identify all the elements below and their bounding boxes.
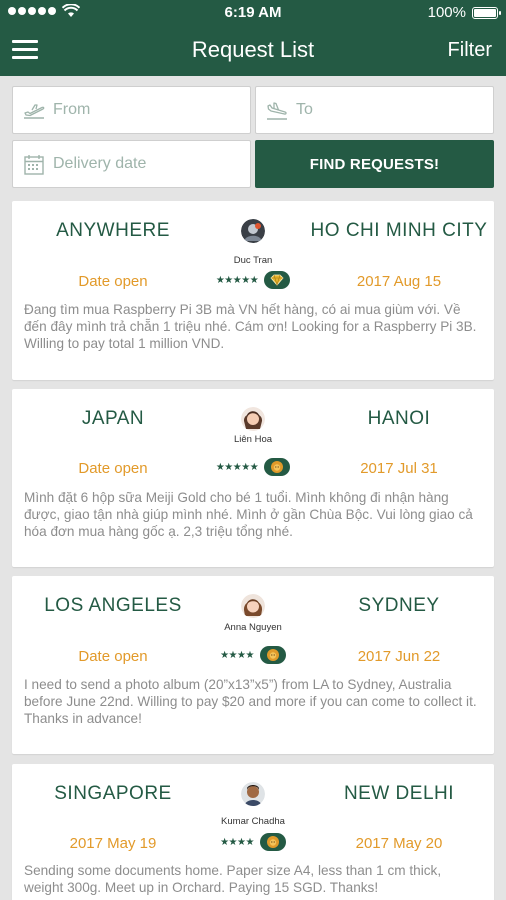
request-description: Đang tìm mua Raspberry Pi 3B mà VN hết h… <box>24 302 477 351</box>
user-name: Kumar Chadha <box>221 816 285 827</box>
user-name: Liên Hoa <box>233 434 273 445</box>
request-card[interactable]: ANYWHERE HO CHI MINH CITY Duc Tran Date … <box>12 201 494 380</box>
status-bar: 6:19 AM 100% <box>0 0 506 26</box>
end-date: 2017 May 20 <box>355 835 443 852</box>
end-date: 2017 Jun 22 <box>357 648 441 665</box>
avatar[interactable] <box>241 219 265 243</box>
lion-badge-icon <box>259 833 286 851</box>
lion-badge-icon <box>264 458 291 476</box>
user-rating: ★★★★★ <box>198 458 308 476</box>
start-date: Date open <box>78 648 148 665</box>
delivery-date-placeholder: Delivery date <box>53 155 147 172</box>
app-header: 6:19 AM 100% Request List Filter <box>0 0 506 76</box>
page-title: Request List <box>191 37 315 62</box>
lion-badge-icon <box>259 646 286 664</box>
user-rating: ★★★★ <box>198 833 308 851</box>
request-description: Mình đặt 6 hộp sữa Meiji Gold cho bé 1 t… <box>24 490 473 539</box>
origin-location: ANYWHERE <box>56 220 170 241</box>
origin-location: LOS ANGELES <box>44 595 182 616</box>
start-date: Date open <box>78 273 148 290</box>
start-date: 2017 May 19 <box>69 835 157 852</box>
avatar[interactable] <box>241 594 265 618</box>
nav-bar: Request List Filter <box>0 26 506 76</box>
request-description: I need to send a photo album (20”x13”x5”… <box>24 677 477 726</box>
rating-stars: ★★★★★ <box>215 274 259 286</box>
request-card[interactable]: SINGAPORE NEW DELHI Kumar Chadha 2017 Ma… <box>12 764 494 900</box>
calendar-icon <box>24 155 44 175</box>
to-field[interactable]: To <box>255 86 494 134</box>
delivery-date-field[interactable]: Delivery date <box>12 140 251 188</box>
rating-stars: ★★★★★ <box>215 461 259 473</box>
find-requests-button[interactable]: FIND REQUESTS! <box>255 140 494 188</box>
rating-stars: ★★★★ <box>220 649 254 661</box>
plane-landing-icon <box>267 102 287 120</box>
destination-location: SYDNEY <box>358 595 440 616</box>
request-card[interactable]: LOS ANGELES SYDNEY Anna Nguyen Date open… <box>12 576 494 754</box>
user-name: Duc Tran <box>233 255 273 266</box>
avatar[interactable] <box>241 782 265 806</box>
origin-location: JAPAN <box>81 408 145 429</box>
origin-location: SINGAPORE <box>54 783 172 804</box>
filter-button[interactable]: Filter <box>448 39 492 62</box>
plane-takeoff-icon <box>24 104 45 119</box>
search-panel: From To Delivery date FIND REQUESTS! <box>0 76 506 200</box>
battery-percent: 100% <box>427 4 466 21</box>
destination-location: HO CHI MINH CITY <box>310 220 488 241</box>
from-placeholder: From <box>53 101 91 118</box>
to-placeholder: To <box>296 101 313 118</box>
destination-location: HANOI <box>367 408 431 429</box>
request-description: Sending some documents home. Paper size … <box>24 863 442 895</box>
destination-location: NEW DELHI <box>343 783 455 804</box>
user-rating: ★★★★ <box>198 646 308 664</box>
user-rating: ★★★★★ <box>198 271 308 289</box>
diamond-badge-icon <box>264 271 291 289</box>
avatar[interactable] <box>241 407 265 431</box>
from-field[interactable]: From <box>12 86 251 134</box>
rating-stars: ★★★★ <box>220 836 254 848</box>
request-card[interactable]: JAPAN HANOI Liên Hoa Date open ★★★★★ 201… <box>12 389 494 567</box>
end-date: 2017 Aug 15 <box>356 273 442 290</box>
end-date: 2017 Jul 31 <box>360 460 438 477</box>
start-date: Date open <box>78 460 148 477</box>
user-name: Anna Nguyen <box>224 622 282 633</box>
battery-icon <box>472 6 501 19</box>
